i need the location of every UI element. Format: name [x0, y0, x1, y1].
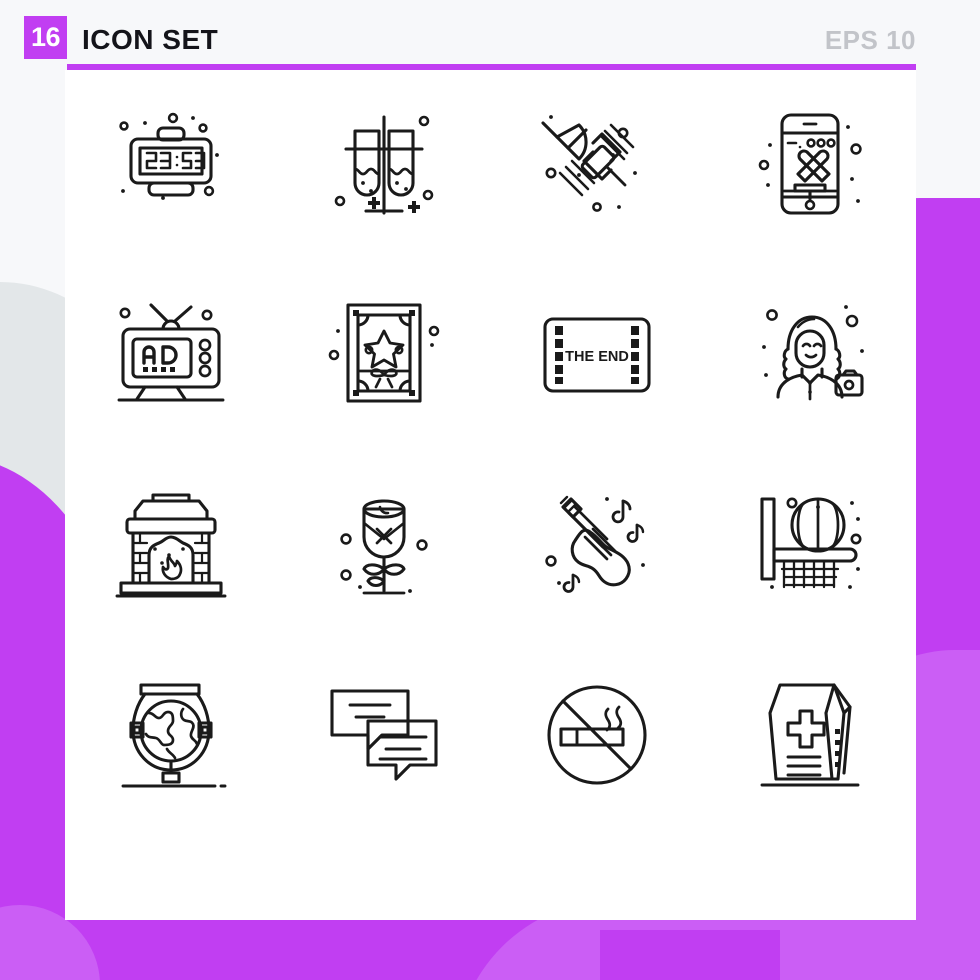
guitar-music-icon — [545, 495, 645, 593]
icon-cell-satellite[interactable] — [491, 70, 704, 260]
icon-set-page: 16 ICON SET EPS 10 THE END — [0, 0, 980, 980]
page-header: 16 ICON SET EPS 10 — [0, 0, 980, 70]
icon-cell-basketball-hoop[interactable] — [703, 450, 916, 640]
film-end-text: THE END — [565, 349, 629, 365]
rose-flower-icon — [340, 499, 428, 595]
icon-cell-mobile-design-tools[interactable] — [703, 70, 916, 260]
coffin-icon — [760, 683, 860, 787]
page-title: ICON SET — [82, 24, 219, 55]
icon-cell-woman-photographer[interactable] — [703, 260, 916, 450]
icon-cell-fireplace[interactable] — [65, 450, 278, 640]
no-smoking-icon — [547, 685, 647, 785]
icon-cell-globe-stand[interactable] — [65, 640, 278, 830]
satellite-icon — [541, 115, 637, 212]
fireplace-icon — [115, 493, 227, 598]
icon-count-badge: 16 — [24, 16, 67, 59]
icon-cell-coffin[interactable] — [703, 640, 916, 830]
icon-cell-film-the-end[interactable]: THE END — [491, 260, 704, 450]
icon-cell-no-smoking[interactable] — [491, 640, 704, 830]
icon-cell-chat-bubbles[interactable] — [278, 640, 491, 830]
chat-bubbles-icon — [330, 689, 438, 781]
mobile-design-tools-icon — [758, 113, 862, 215]
icon-cell-rose-flower[interactable] — [278, 450, 491, 640]
icon-grid-card: THE END — [65, 70, 916, 920]
basketball-hoop-icon — [760, 497, 862, 589]
icon-cell-tv-advertisement[interactable] — [65, 260, 278, 450]
icon-cell-digital-alarm-clock[interactable] — [65, 70, 278, 260]
purple-blob-bottom-accent — [600, 930, 780, 980]
certificate-award-icon — [328, 303, 440, 403]
icon-cell-test-tubes[interactable] — [278, 70, 491, 260]
woman-photographer-icon — [761, 305, 864, 401]
eps-version-label: EPS 10 — [824, 25, 916, 55]
test-tubes-icon — [334, 115, 434, 215]
icon-cell-certificate-award[interactable] — [278, 260, 491, 450]
icon-grid: THE END — [65, 70, 916, 830]
icon-cell-guitar-music[interactable] — [491, 450, 704, 640]
tv-advertisement-icon — [117, 303, 225, 402]
film-the-end-icon: THE END — [543, 317, 651, 393]
globe-stand-icon — [121, 683, 227, 788]
digital-alarm-clock-icon — [119, 112, 220, 200]
